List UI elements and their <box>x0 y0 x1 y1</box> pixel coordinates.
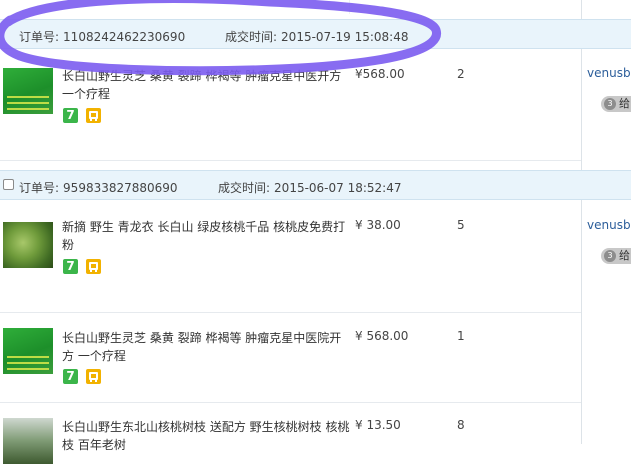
row-divider <box>0 160 581 161</box>
product-thumbnail[interactable] <box>3 328 53 374</box>
item-quantity: 1 <box>457 329 465 343</box>
item-price: ¥ 38.00 <box>355 218 401 232</box>
seller-name-link[interactable]: venusbb <box>587 66 631 80</box>
product-thumbnail[interactable] <box>3 68 53 114</box>
consumer-protection-icon[interactable] <box>86 108 101 123</box>
product-title-link[interactable]: 长白山野生东北山核桃树枝 送配方 野生核桃树枝 核桃枝 百年老树 <box>62 418 352 454</box>
order-number-label: 订单号: 959833827880690 <box>19 181 178 195</box>
product-thumbnail[interactable] <box>3 418 53 464</box>
row-divider <box>0 312 581 313</box>
product-title-link[interactable]: 长白山野生灵芝 桑黄 裂蹄 桦褐等 肿瘤克星中医开方 一个疗程 <box>62 67 352 103</box>
product-thumbnail[interactable] <box>3 222 53 268</box>
seven-day-return-icon[interactable]: 7 <box>63 108 78 123</box>
item-price: ¥ 568.00 <box>355 329 409 343</box>
order-header: 订单号: 959833827880690 成交时间: 2015-06-07 18:5… <box>0 170 631 200</box>
seven-day-return-icon[interactable]: 7 <box>63 259 78 274</box>
deal-time: 成交时间: 2015-07-19 15:08:48 <box>225 30 409 44</box>
product-title-link[interactable]: 新摘 野生 青龙衣 长白山 绿皮核桃千品 核桃皮免费打粉 <box>62 218 352 254</box>
item-quantity: 5 <box>457 218 465 232</box>
item-quantity: 2 <box>457 67 465 81</box>
consumer-protection-icon[interactable] <box>86 369 101 384</box>
consumer-protection-icon[interactable] <box>86 259 101 274</box>
deal-time: 成交时间: 2015-06-07 18:52:47 <box>218 181 402 195</box>
item-quantity: 8 <box>457 418 465 432</box>
row-divider <box>0 402 581 403</box>
review-icon: 3 <box>604 250 616 262</box>
column-divider <box>349 0 350 14</box>
review-icon: 3 <box>604 98 616 110</box>
review-button[interactable]: 3给 <box>601 96 631 112</box>
item-price: ¥568.00 <box>355 67 405 81</box>
order-number-label: 订单号: 1108242462230690 <box>19 30 186 44</box>
review-button[interactable]: 3给 <box>601 248 631 264</box>
seven-day-return-icon[interactable]: 7 <box>63 369 78 384</box>
order-header: 订单号: 1108242462230690 成交时间: 2015-07-19 15:… <box>0 19 631 49</box>
order-select-checkbox[interactable] <box>3 179 14 190</box>
item-price: ¥ 13.50 <box>355 418 401 432</box>
product-title-link[interactable]: 长白山野生灵芝 桑黄 裂蹄 桦褐等 肿瘤克星中医院开方 一个疗程 <box>62 329 352 365</box>
column-divider <box>581 0 582 444</box>
seller-name-link[interactable]: venusbb <box>587 218 631 232</box>
